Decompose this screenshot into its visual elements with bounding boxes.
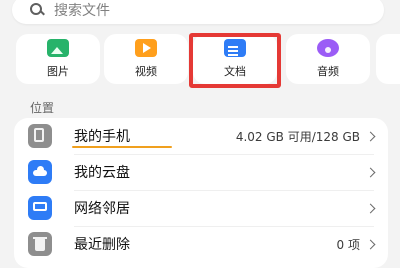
location-item-recently-deleted[interactable]: 最近删除 0 项 (14, 226, 388, 262)
category-label: 音频 (317, 65, 339, 78)
location-item-label: 网络邻居 (74, 201, 130, 217)
search-icon (30, 3, 44, 17)
cloud-icon (28, 160, 52, 184)
category-label: 文档 (224, 65, 246, 78)
location-item-network[interactable]: 网络邻居 (14, 190, 388, 226)
category-images[interactable]: 图片 (16, 34, 100, 84)
chevron-right-icon (365, 203, 376, 213)
category-videos[interactable]: 视频 (104, 34, 188, 84)
chevron-right-icon (365, 167, 376, 177)
category-row: 图片 视频 文档 音频 (0, 34, 400, 84)
phone-icon (28, 124, 52, 148)
storage-detail: 4.02 GB 可用/128 GB (235, 129, 360, 144)
document-icon (224, 39, 246, 57)
location-item-label: 我的云盘 (74, 165, 130, 181)
search-placeholder: 搜索文件 (54, 3, 110, 19)
category-label: 图片 (47, 65, 69, 78)
audio-icon (317, 39, 339, 57)
image-icon (47, 39, 69, 57)
location-list: 我的手机 4.02 GB 可用/128 GB 我的云盘 网络邻居 最近删除 0 … (14, 118, 388, 268)
trash-icon (28, 232, 52, 256)
label-underline (72, 146, 172, 148)
chevron-right-icon (365, 239, 376, 249)
deleted-count: 0 项 (336, 237, 360, 252)
category-audio[interactable]: 音频 (286, 34, 370, 84)
chevron-right-icon (365, 131, 376, 141)
location-item-label: 我的手机 (74, 129, 130, 145)
category-more-partial[interactable] (376, 34, 400, 84)
location-item-my-cloud[interactable]: 我的云盘 (14, 154, 388, 190)
category-documents[interactable]: 文档 (193, 34, 277, 84)
category-label: 视频 (135, 65, 157, 78)
search-bar[interactable]: 搜索文件 (12, 0, 384, 24)
video-icon (135, 39, 157, 57)
location-section-title: 位置 (30, 101, 55, 115)
network-icon (28, 196, 52, 220)
location-item-label: 最近删除 (74, 237, 130, 253)
location-item-my-phone[interactable]: 我的手机 4.02 GB 可用/128 GB (14, 118, 388, 154)
